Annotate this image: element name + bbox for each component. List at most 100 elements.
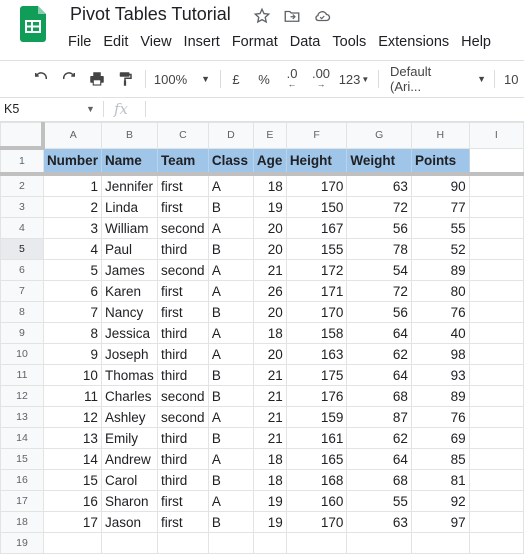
cell-w[interactable]: 55 xyxy=(346,490,412,512)
cell-w[interactable]: 63 xyxy=(346,511,412,533)
cell-team[interactable]: first xyxy=(156,511,209,533)
cell-team[interactable]: third xyxy=(156,448,209,470)
cell-name[interactable]: Jennifer xyxy=(100,173,158,197)
empty-cell[interactable] xyxy=(468,301,524,323)
cell-name[interactable]: Paul xyxy=(100,238,158,260)
header-cell[interactable]: Team xyxy=(156,147,209,176)
cell-cls[interactable]: B xyxy=(207,196,254,218)
print-icon[interactable] xyxy=(86,61,108,97)
cell-team[interactable]: third xyxy=(156,427,209,449)
font-select[interactable]: Default (Ari... ▼ xyxy=(390,61,486,97)
cell-cls[interactable]: B xyxy=(207,469,254,491)
cell-team[interactable]: first xyxy=(156,301,209,323)
cell-p[interactable]: 69 xyxy=(410,427,470,449)
empty-cell[interactable] xyxy=(410,532,470,554)
row-header[interactable]: 4 xyxy=(0,217,44,239)
cell-team[interactable]: second xyxy=(156,406,209,428)
row-header[interactable]: 11 xyxy=(0,364,44,386)
cell-n[interactable]: 4 xyxy=(42,238,102,260)
cell-p[interactable]: 85 xyxy=(410,448,470,470)
empty-cell[interactable] xyxy=(468,490,524,512)
cell-p[interactable]: 52 xyxy=(410,238,470,260)
cell-n[interactable]: 13 xyxy=(42,427,102,449)
empty-cell[interactable] xyxy=(468,196,524,218)
cell-p[interactable]: 89 xyxy=(410,385,470,407)
cell-h[interactable]: 176 xyxy=(285,385,348,407)
column-header[interactable]: G xyxy=(346,122,412,149)
cell-h[interactable]: 160 xyxy=(285,490,348,512)
cell-n[interactable]: 7 xyxy=(42,301,102,323)
cell-team[interactable]: second xyxy=(156,385,209,407)
row-header[interactable]: 19 xyxy=(0,532,44,554)
cell-age[interactable]: 20 xyxy=(252,238,287,260)
formula-input[interactable] xyxy=(152,97,520,121)
cell-n[interactable]: 9 xyxy=(42,343,102,365)
empty-cell[interactable] xyxy=(468,532,524,554)
undo-icon[interactable] xyxy=(30,61,52,97)
empty-cell[interactable] xyxy=(468,406,524,428)
cell-w[interactable]: 64 xyxy=(346,322,412,344)
cell-age[interactable]: 21 xyxy=(252,406,287,428)
cell-age[interactable]: 20 xyxy=(252,217,287,239)
cell-n[interactable]: 10 xyxy=(42,364,102,386)
cell-h[interactable]: 170 xyxy=(285,173,348,197)
cell-w[interactable]: 63 xyxy=(346,173,412,197)
cell-age[interactable]: 20 xyxy=(252,343,287,365)
cell-cls[interactable]: B xyxy=(207,385,254,407)
cell-age[interactable]: 21 xyxy=(252,364,287,386)
header-cell[interactable]: Points xyxy=(410,147,470,176)
currency-format-button[interactable]: £ xyxy=(228,61,244,97)
cell-p[interactable]: 93 xyxy=(410,364,470,386)
cell-cls[interactable]: A xyxy=(207,173,254,197)
cell-h[interactable]: 158 xyxy=(285,322,348,344)
cell-n[interactable]: 17 xyxy=(42,511,102,533)
cell-cls[interactable]: A xyxy=(207,490,254,512)
cell-cls[interactable]: B xyxy=(207,427,254,449)
cell-age[interactable]: 20 xyxy=(252,301,287,323)
row-header[interactable]: 8 xyxy=(0,301,44,323)
empty-cell[interactable] xyxy=(468,511,524,533)
sheets-logo[interactable] xyxy=(20,6,46,42)
cell-age[interactable]: 18 xyxy=(252,469,287,491)
cell-p[interactable]: 80 xyxy=(410,280,470,302)
row-header[interactable]: 2 xyxy=(0,173,44,197)
column-header[interactable]: C xyxy=(156,122,209,149)
cell-w[interactable]: 62 xyxy=(346,343,412,365)
cell-name[interactable]: James xyxy=(100,259,158,281)
cell-team[interactable]: third xyxy=(156,238,209,260)
cell-h[interactable]: 163 xyxy=(285,343,348,365)
cell-name[interactable]: Nancy xyxy=(100,301,158,323)
empty-cell[interactable] xyxy=(468,173,524,197)
cell-n[interactable]: 15 xyxy=(42,469,102,491)
select-all-corner[interactable] xyxy=(0,122,46,150)
zoom-select[interactable]: 100% ▼ xyxy=(152,61,212,97)
row-header[interactable]: 18 xyxy=(0,511,44,533)
cell-h[interactable]: 170 xyxy=(285,511,348,533)
row-header[interactable]: 16 xyxy=(0,469,44,491)
empty-cell[interactable] xyxy=(468,147,524,176)
cell-name[interactable]: Jason xyxy=(100,511,158,533)
cell-cls[interactable]: A xyxy=(207,259,254,281)
star-icon[interactable] xyxy=(252,6,272,26)
cell-cls[interactable]: A xyxy=(207,448,254,470)
name-box[interactable]: K5 xyxy=(4,97,98,121)
cell-h[interactable]: 155 xyxy=(285,238,348,260)
column-header[interactable]: A xyxy=(42,122,102,149)
cell-w[interactable]: 64 xyxy=(346,448,412,470)
cell-name[interactable]: Jessica xyxy=(100,322,158,344)
row-header[interactable]: 5 xyxy=(0,238,44,260)
cell-cls[interactable]: A xyxy=(207,217,254,239)
cell-team[interactable]: first xyxy=(156,280,209,302)
redo-icon[interactable] xyxy=(58,61,80,97)
cell-cls[interactable]: B xyxy=(207,511,254,533)
empty-cell[interactable] xyxy=(468,385,524,407)
cell-p[interactable]: 40 xyxy=(410,322,470,344)
row-header[interactable]: 13 xyxy=(0,406,44,428)
row-header[interactable]: 9 xyxy=(0,322,44,344)
cell-n[interactable]: 6 xyxy=(42,280,102,302)
cell-team[interactable]: first xyxy=(156,173,209,197)
row-header[interactable]: 12 xyxy=(0,385,44,407)
cell-h[interactable]: 168 xyxy=(285,469,348,491)
cell-p[interactable]: 89 xyxy=(410,259,470,281)
cell-p[interactable]: 90 xyxy=(410,173,470,197)
